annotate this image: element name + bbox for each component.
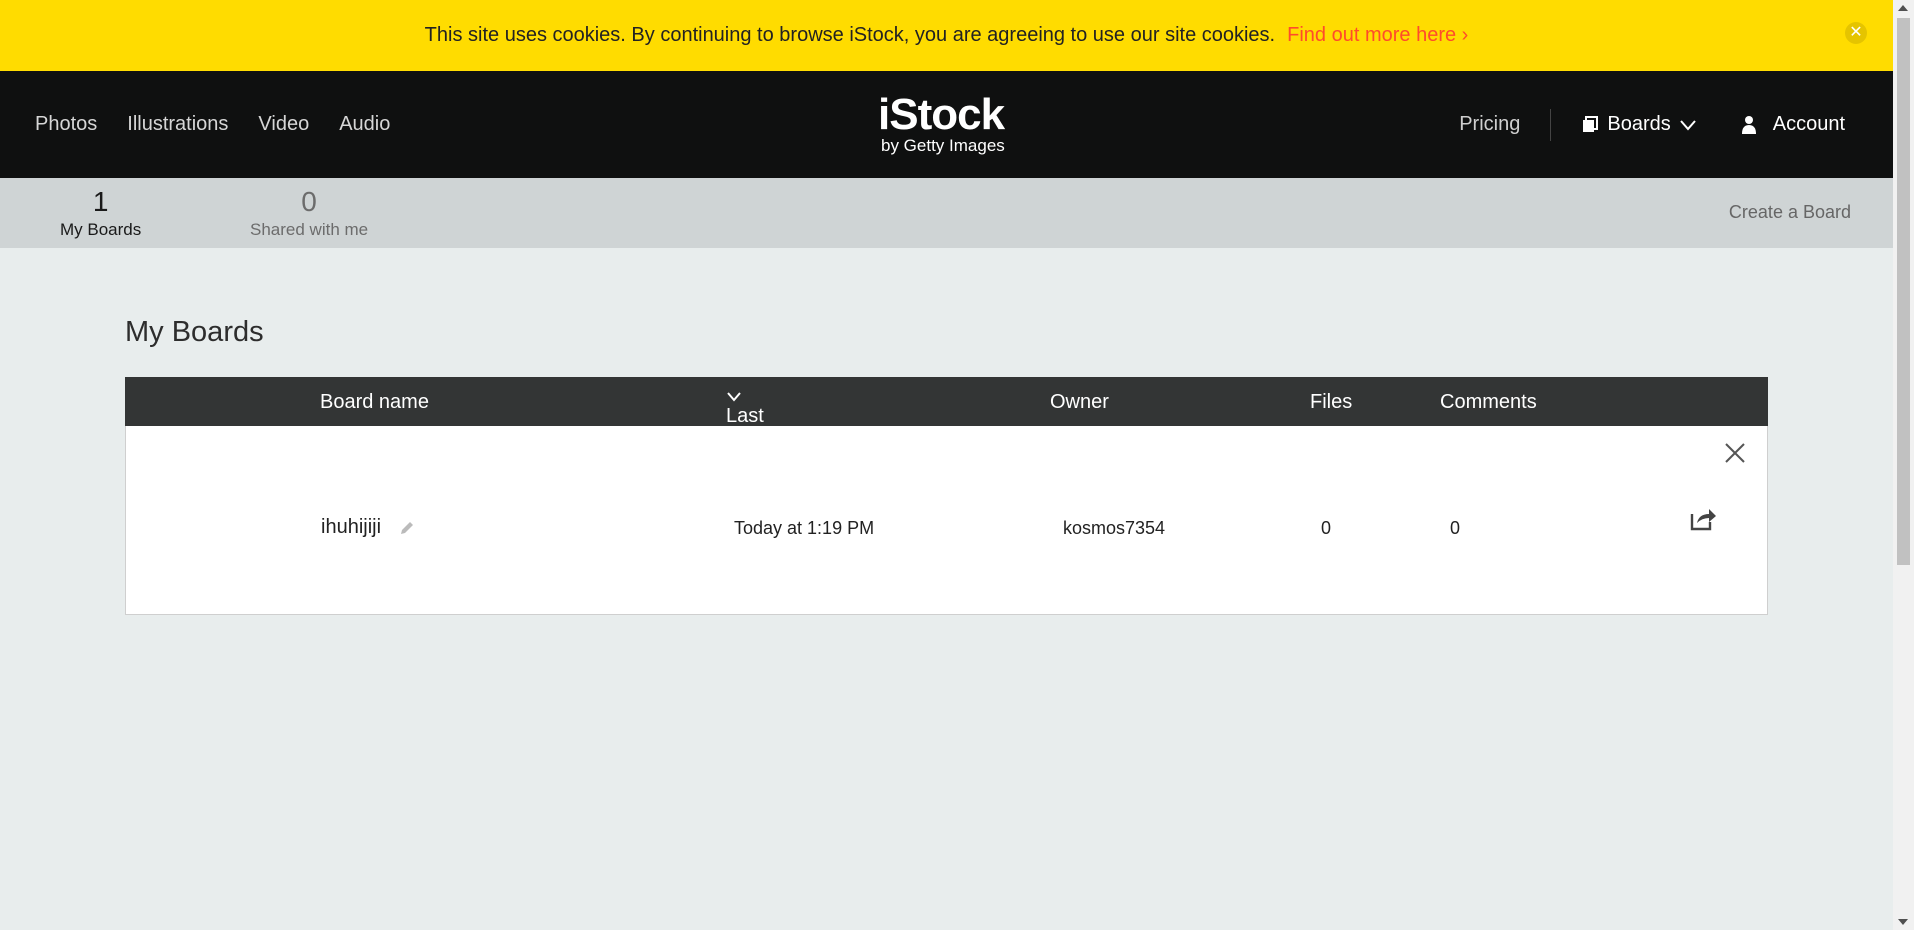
last-updated-cell: Today at 1:19 PM: [734, 518, 875, 538]
comments-cell: 0: [1450, 518, 1461, 538]
chevron-down-icon: [1679, 119, 1696, 131]
col-last-updated[interactable]: Last updated: [726, 391, 798, 450]
main-nav: Photos Illustrations Video Audio: [35, 71, 390, 178]
boards-icon: [1583, 115, 1599, 132]
chevron-down-icon: [727, 392, 741, 402]
page: This site uses cookies. By continuing to…: [0, 0, 1893, 930]
scroll-thumb[interactable]: [1897, 18, 1910, 565]
logo-brand: iStock: [878, 90, 1005, 139]
cookie-more-link[interactable]: Find out more here ›: [1287, 24, 1468, 47]
create-board-button[interactable]: Create a Board: [1729, 202, 1851, 223]
istock-logo[interactable]: iStock by Getty Images: [878, 93, 1005, 155]
owner-cell: kosmos7354: [1063, 518, 1166, 538]
header-divider: [1550, 108, 1552, 141]
share-icon[interactable]: [1689, 506, 1717, 532]
logo-tagline: by Getty Images: [881, 136, 1005, 155]
tab-my-boards[interactable]: 1 My Boards: [60, 186, 141, 240]
close-circle-icon[interactable]: ✕: [1845, 22, 1867, 44]
col-owner[interactable]: Owner: [1050, 391, 1109, 414]
board-name-cell: ihuhijiji: [321, 516, 415, 539]
col-files[interactable]: Files: [1310, 391, 1352, 414]
pricing-link[interactable]: Pricing: [1459, 113, 1520, 136]
col-board-name[interactable]: Board name: [320, 391, 429, 414]
scroll-down-arrow[interactable]: [1898, 919, 1908, 925]
shared-count: 0: [301, 186, 317, 217]
my-boards-label: My Boards: [60, 220, 142, 239]
nav-audio[interactable]: Audio: [339, 113, 390, 136]
boards-label: Boards: [1607, 113, 1671, 135]
pencil-icon[interactable]: [399, 520, 415, 536]
board-name-link[interactable]: ihuhijiji: [321, 516, 381, 539]
table-row[interactable]: ihuhijiji Today at 1:19 PM kosmos7354 0 …: [125, 426, 1768, 615]
col-comments[interactable]: Comments: [1440, 391, 1537, 414]
header-actions: Pricing Boards Account: [1459, 71, 1845, 178]
site-header: Photos Illustrations Video Audio iStock …: [0, 71, 1893, 178]
nav-video[interactable]: Video: [258, 113, 309, 136]
account-menu[interactable]: Account: [1741, 113, 1845, 136]
table-header: Board name Last updated Owner Files Comm…: [125, 377, 1768, 450]
nav-photos[interactable]: Photos: [35, 113, 97, 136]
account-label: Account: [1772, 113, 1845, 135]
files-cell: 0: [1321, 518, 1332, 538]
close-icon[interactable]: [1723, 441, 1747, 465]
boards-table: Board name Last updated Owner Files Comm…: [125, 377, 1768, 615]
tab-shared-with-me[interactable]: 0 Shared with me: [250, 186, 368, 240]
shared-label: Shared with me: [250, 220, 369, 239]
cookie-message: This site uses cookies. By continuing to…: [424, 24, 1276, 46]
boards-menu[interactable]: Boards: [1581, 113, 1696, 136]
scroll-up-arrow[interactable]: [1898, 5, 1908, 11]
cookie-banner: This site uses cookies. By continuing to…: [0, 0, 1893, 71]
my-boards-count: 1: [92, 186, 109, 217]
user-icon: [1741, 115, 1756, 134]
page-title: My Boards: [125, 316, 264, 348]
vertical-scrollbar[interactable]: [1893, 0, 1914, 930]
boards-subbar: 1 My Boards 0 Shared with me Create a Bo…: [0, 178, 1893, 248]
nav-illustrations[interactable]: Illustrations: [127, 113, 228, 136]
